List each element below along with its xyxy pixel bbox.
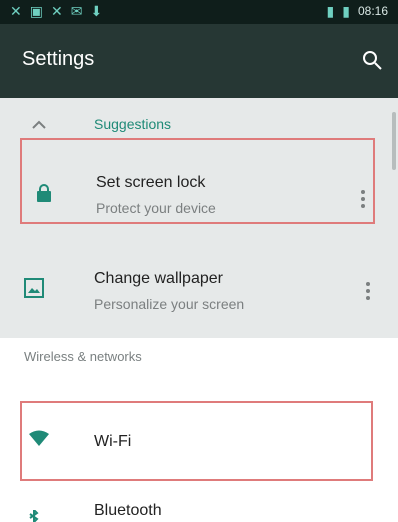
- suggestions-label: Suggestions: [94, 116, 172, 132]
- notification-x-icon: ✕: [50, 3, 63, 19]
- notification-x-icon: ✕: [10, 3, 22, 19]
- wallpaper-icon: [24, 278, 44, 298]
- section-header-wireless: Wireless & networks: [24, 349, 142, 364]
- status-icons-right: ▮ ▮ 08:16: [327, 4, 388, 18]
- suggestion-text: Change wallpaper Personalize your screen: [94, 270, 244, 312]
- suggestion-title: Set screen lock: [96, 174, 206, 191]
- bluetooth-icon: [29, 510, 39, 522]
- battery-icon: ▮: [342, 3, 350, 19]
- more-options-icon[interactable]: [353, 184, 373, 214]
- suggestion-subtitle: Personalize your screen: [94, 296, 245, 312]
- suggestions-section: Suggestions Set screen lock Protect your…: [0, 98, 398, 338]
- scrollbar[interactable]: [392, 112, 396, 170]
- email-icon: ✉: [70, 3, 83, 19]
- status-icons-left: ✕ ▣ ✕ ✉ ⬇: [10, 4, 102, 18]
- suggestion-title: Change wallpaper: [94, 270, 223, 287]
- chevron-up-icon: [32, 120, 46, 129]
- app-toolbar: Settings: [0, 24, 398, 98]
- suggestion-subtitle: Protect your device: [96, 200, 216, 216]
- lock-icon: [37, 184, 51, 202]
- settings-item-bluetooth[interactable]: Bluetooth: [0, 498, 398, 522]
- suggestion-text: Set screen lock Protect your device: [96, 174, 216, 216]
- suggestion-change-wallpaper[interactable]: Change wallpaper Personalize your screen: [0, 238, 398, 324]
- image-icon: ▣: [29, 3, 43, 19]
- page-title: Settings: [22, 48, 95, 70]
- download-icon: ⬇: [90, 3, 103, 19]
- signal-icon: ▮: [326, 3, 335, 19]
- settings-item-wifi[interactable]: Wi-Fi: [20, 401, 373, 481]
- search-icon[interactable]: [360, 48, 384, 72]
- settings-item-title: Bluetooth: [94, 502, 162, 519]
- suggestions-header[interactable]: Suggestions: [0, 110, 398, 140]
- status-bar: ✕ ▣ ✕ ✉ ⬇ ▮ ▮ 08:16: [0, 0, 398, 24]
- settings-item-title: Wi-Fi: [94, 433, 132, 450]
- more-options-icon[interactable]: [358, 276, 378, 306]
- wifi-icon: [29, 430, 49, 446]
- suggestion-set-screen-lock[interactable]: Set screen lock Protect your device: [20, 138, 375, 224]
- status-time: 08:16: [357, 4, 388, 18]
